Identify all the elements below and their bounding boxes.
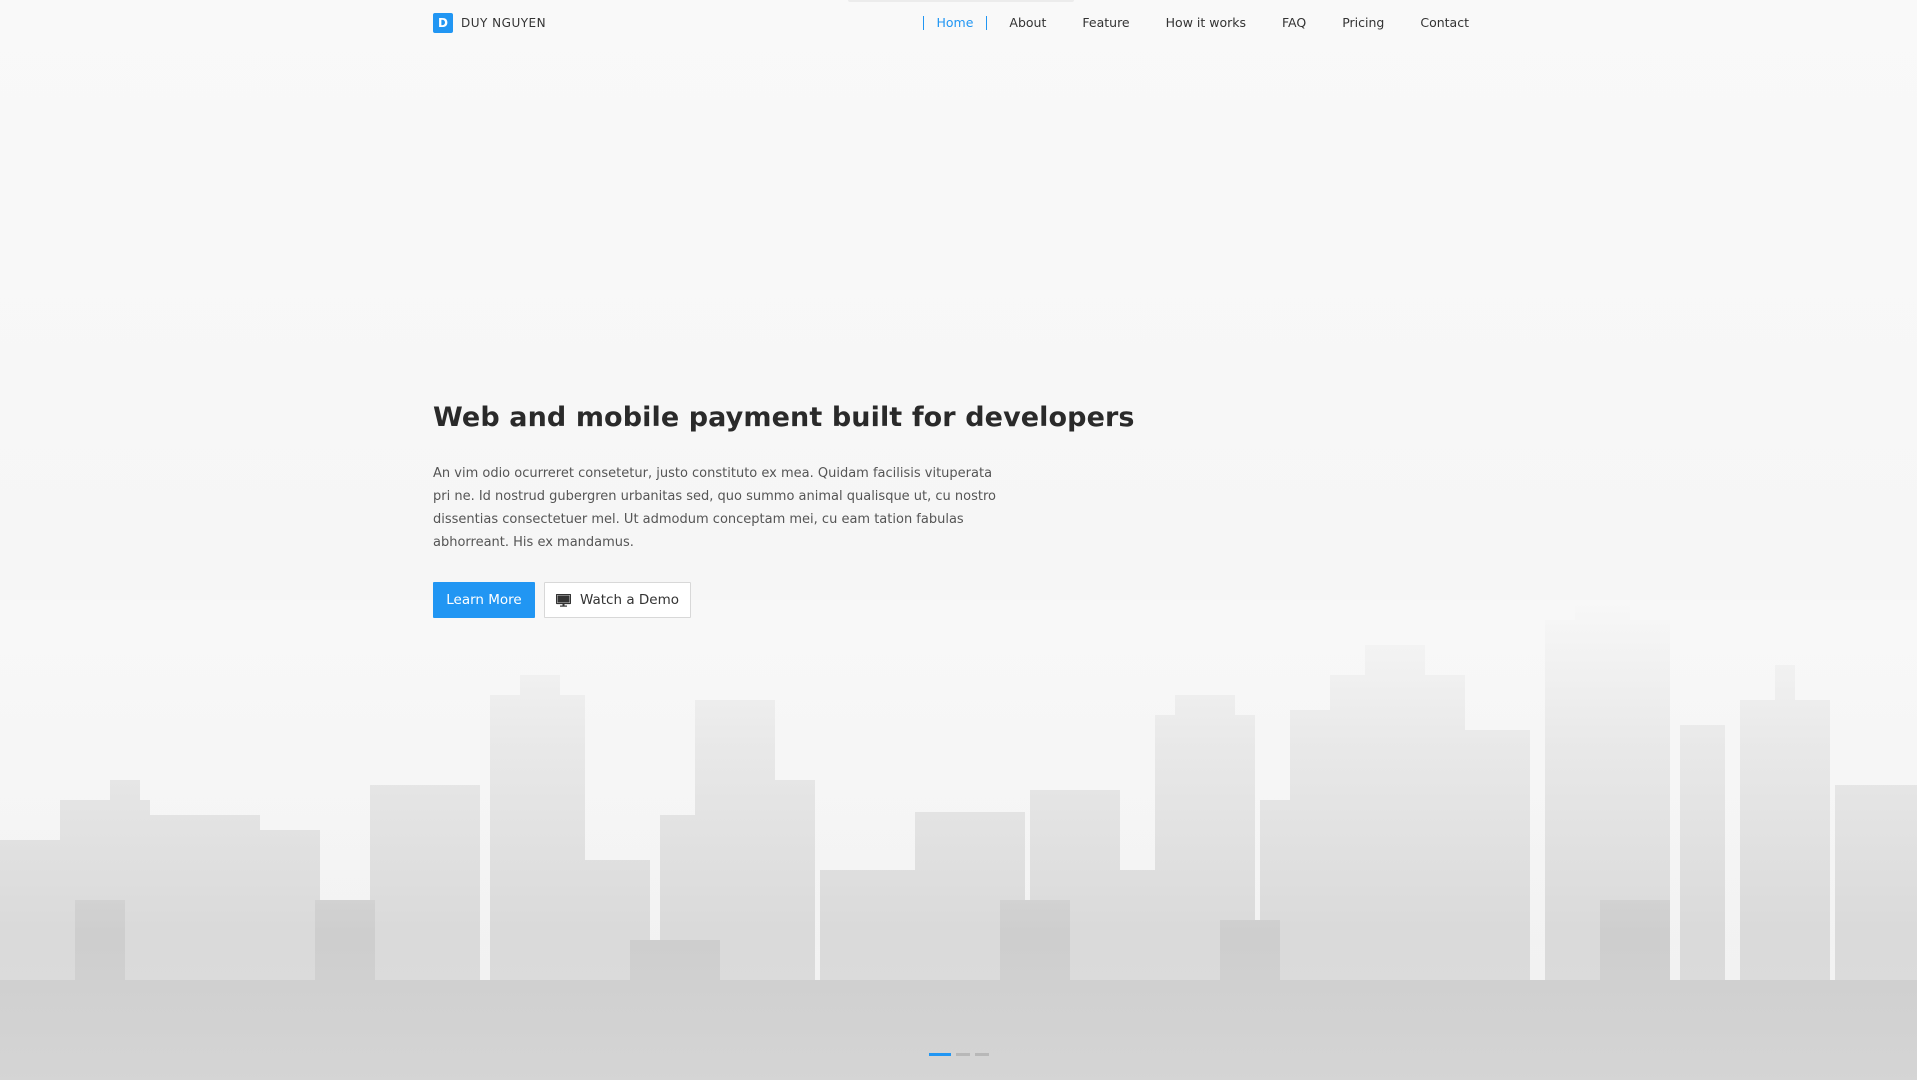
watch-demo-button[interactable]: Watch a Demo — [544, 582, 691, 618]
nav-item-contact[interactable]: Contact — [1420, 13, 1469, 33]
main-menu: Home About Feature How it works FAQ Pric… — [922, 13, 1469, 33]
hero-section: D DUY NGUYEN Home About Feature How it w… — [0, 0, 1917, 1080]
watch-demo-label: Watch a Demo — [580, 592, 679, 608]
hero-actions: Learn More Watch a Demo — [433, 582, 1013, 618]
skyline-fade-overlay — [0, 600, 1917, 1080]
learn-more-button[interactable]: Learn More — [433, 582, 535, 618]
nav-item-pricing[interactable]: Pricing — [1342, 13, 1384, 33]
nav-item-home[interactable]: Home — [922, 16, 988, 30]
nav-notch — [848, 0, 1074, 2]
nav-item-feature[interactable]: Feature — [1082, 13, 1129, 33]
hero-headline: Web and mobile payment built for develop… — [433, 402, 1135, 433]
slider-dot-3[interactable] — [975, 1053, 989, 1056]
top-navigation: D DUY NGUYEN Home About Feature How it w… — [0, 0, 1917, 46]
slider-dot-2[interactable] — [956, 1053, 970, 1056]
slider-pagination — [929, 1053, 989, 1056]
brand-mark-icon: D — [433, 13, 453, 33]
monitor-icon — [556, 593, 571, 607]
brand-logo[interactable]: D DUY NGUYEN — [433, 13, 546, 33]
hero-lead-text: An vim odio ocurreret consetetur, justo … — [433, 466, 997, 550]
nav-item-how-it-works[interactable]: How it works — [1166, 13, 1246, 33]
nav-item-faq[interactable]: FAQ — [1282, 13, 1306, 33]
brand-name: DUY NGUYEN — [461, 16, 547, 30]
nav-item-about[interactable]: About — [1009, 13, 1046, 33]
slider-dot-1[interactable] — [929, 1053, 951, 1056]
hero-content: Web and mobile payment built for develop… — [433, 400, 1135, 618]
